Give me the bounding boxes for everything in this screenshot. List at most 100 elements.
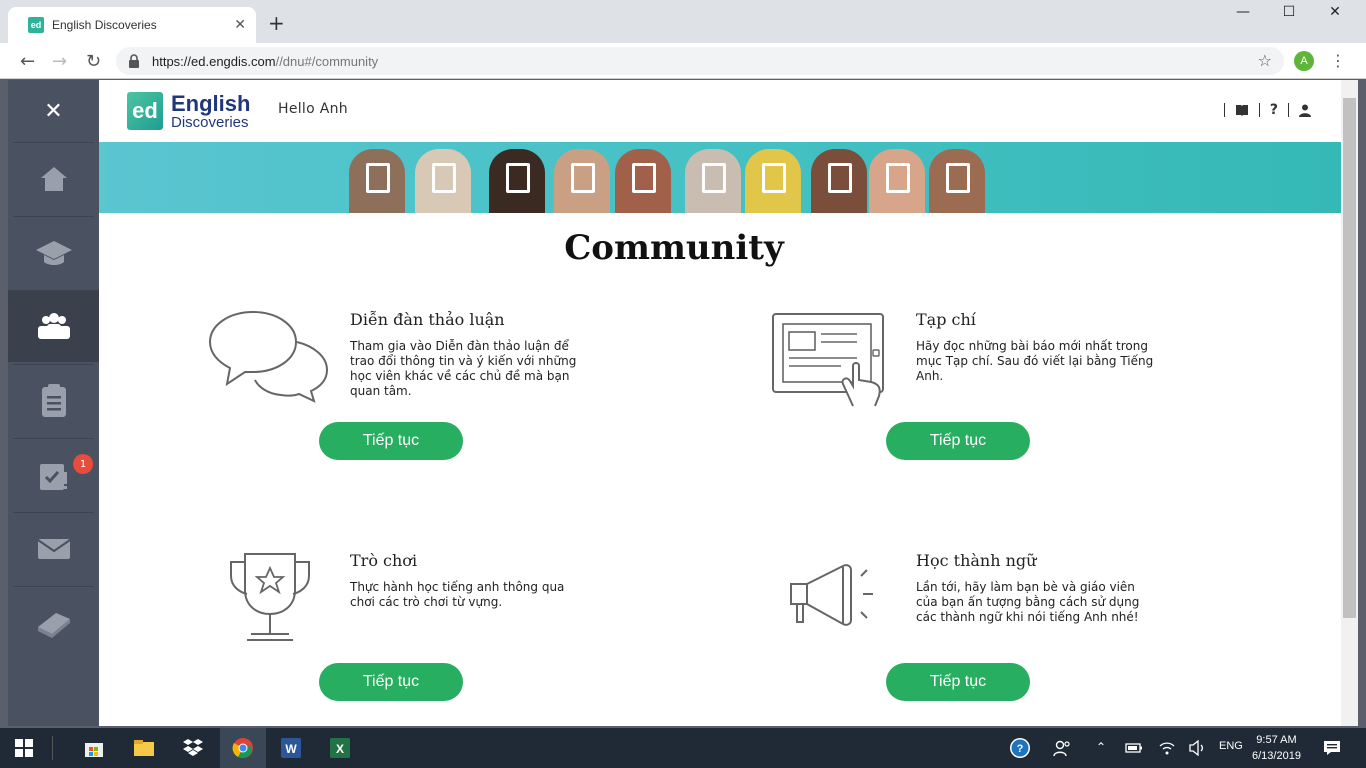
tab-title: English Discoveries	[52, 18, 157, 32]
divider	[1288, 103, 1289, 117]
forum-continue-button[interactable]: Tiếp tục	[319, 422, 463, 460]
banner-person	[554, 149, 610, 213]
sidebar-item-library[interactable]	[13, 586, 94, 658]
new-tab-button[interactable]: +	[268, 13, 285, 33]
banner-person	[349, 149, 405, 213]
system-clock[interactable]: 9:57 AM 6/13/2019	[1252, 732, 1301, 764]
banner-person	[745, 149, 801, 213]
taskbar-divider	[52, 736, 53, 760]
banner-person	[615, 149, 671, 213]
sidebar-item-assignments[interactable]: 1	[13, 438, 94, 510]
megaphone-icon	[790, 564, 873, 626]
url-host: https://ed.engdis.com	[152, 53, 276, 69]
people-icon[interactable]	[1050, 736, 1074, 760]
sidebar: ✕ 1	[8, 80, 99, 726]
logo-mark: ed	[127, 92, 163, 130]
main-content: ed English Discoveries Hello Anh ? Commu…	[99, 80, 1341, 726]
community-banner	[99, 142, 1341, 213]
scrollbar[interactable]	[1341, 80, 1358, 726]
banner-person	[929, 149, 985, 213]
favicon-icon: ed	[28, 17, 44, 33]
volume-icon[interactable]	[1185, 736, 1209, 760]
book-icon	[37, 612, 70, 638]
notification-center-icon[interactable]	[1320, 736, 1344, 760]
app-window: ✕ 1 ed English Discoveries Hello Anh ? C…	[8, 80, 1358, 726]
banner-person	[685, 149, 741, 213]
card-title-games: Trò chơi	[350, 551, 418, 570]
open-book-icon[interactable]	[1235, 104, 1249, 116]
browser-menu-icon[interactable]: ⋮	[1330, 51, 1346, 70]
address-toolbar: ← → ↻ https://ed.engdis.com//dnu#/commun…	[0, 43, 1366, 79]
banner-person	[811, 149, 867, 213]
back-icon[interactable]: ←	[20, 51, 35, 72]
address-bar[interactable]: https://ed.engdis.com//dnu#/community ☆	[116, 47, 1284, 75]
user-icon[interactable]	[1299, 104, 1311, 117]
svg-text:W: W	[285, 742, 297, 756]
sidebar-item-community[interactable]	[8, 290, 99, 362]
scrollbar-thumb[interactable]	[1343, 98, 1356, 618]
windows-taskbar: W X ? ⌃ ENG 9:57 AM 6/13/2019	[0, 728, 1366, 768]
card-title-forum: Diễn đàn thảo luận	[350, 310, 505, 329]
close-menu-icon[interactable]: ✕	[8, 80, 99, 142]
sidebar-item-courses[interactable]	[13, 216, 94, 288]
excel-icon[interactable]: X	[328, 736, 352, 760]
logo[interactable]: ed English Discoveries	[127, 92, 250, 130]
card-desc-magazine: Hãy đọc những bài báo mới nhất trong mục…	[916, 339, 1154, 383]
chrome-icon[interactable]	[231, 736, 255, 760]
profile-avatar[interactable]: A	[1294, 51, 1314, 71]
maximize-icon[interactable]: ☐	[1266, 4, 1312, 20]
word-icon[interactable]: W	[279, 736, 303, 760]
community-icon	[37, 312, 70, 339]
logo-line2: Discoveries	[171, 113, 249, 131]
banner-person	[489, 149, 545, 213]
wifi-icon[interactable]	[1155, 736, 1179, 760]
sidebar-item-messages[interactable]	[13, 512, 94, 584]
banner-person	[415, 149, 471, 213]
sidebar-item-clipboard[interactable]	[13, 364, 94, 436]
graduation-cap-icon	[35, 240, 72, 265]
card-desc-games: Thực hành học tiếng anh thông qua chơi c…	[350, 580, 565, 609]
reload-icon[interactable]: ↻	[86, 51, 101, 72]
trophy-icon	[230, 553, 310, 641]
store-icon[interactable]	[82, 736, 106, 760]
bookmark-star-icon[interactable]: ☆	[1258, 51, 1272, 70]
tray-chevron-icon[interactable]: ⌃	[1096, 740, 1106, 754]
svg-text:?: ?	[1017, 743, 1024, 755]
logo-line1: English	[171, 90, 251, 116]
assignments-icon	[39, 463, 67, 490]
clock-time: 9:57 AM	[1256, 734, 1297, 746]
header: ed English Discoveries Hello Anh ?	[99, 80, 1341, 142]
banner-person	[869, 149, 925, 213]
magazine-continue-button[interactable]: Tiếp tục	[886, 422, 1030, 460]
card-desc-idioms: Lần tới, hãy làm bạn bè và giáo viên của…	[916, 580, 1140, 624]
minimize-icon[interactable]: —	[1220, 4, 1266, 20]
notification-badge: 1	[73, 454, 93, 474]
close-window-icon[interactable]: ✕	[1312, 4, 1358, 20]
help-tray-icon[interactable]: ?	[1008, 736, 1032, 760]
divider	[1258, 103, 1260, 117]
clock-date: 6/13/2019	[1252, 750, 1301, 762]
home-icon	[40, 166, 67, 191]
battery-icon[interactable]	[1122, 736, 1146, 760]
input-language[interactable]: ENG	[1219, 740, 1243, 752]
games-continue-button[interactable]: Tiếp tục	[319, 663, 463, 701]
page-title: Community	[564, 228, 784, 268]
sidebar-item-home[interactable]	[13, 142, 94, 214]
idioms-continue-button[interactable]: Tiếp tục	[886, 663, 1030, 701]
card-desc-forum: Tham gia vào Diễn đàn thảo luận để trao …	[350, 339, 577, 398]
divider	[1223, 103, 1225, 117]
clipboard-icon	[41, 383, 66, 417]
svg-text:X: X	[336, 742, 344, 756]
file-explorer-icon[interactable]	[132, 736, 156, 760]
speech-bubbles-icon	[208, 310, 329, 403]
browser-tab[interactable]: ed English Discoveries ✕	[8, 7, 256, 43]
greeting: Hello Anh	[278, 101, 348, 117]
forward-icon[interactable]: →	[52, 51, 67, 72]
lock-icon	[129, 54, 139, 68]
card-title-magazine: Tạp chí	[916, 310, 976, 329]
dropbox-icon[interactable]	[181, 736, 205, 760]
browser-tab-strip: ed English Discoveries ✕ + — ☐ ✕	[0, 0, 1366, 43]
help-icon[interactable]: ?	[1270, 102, 1278, 118]
tab-close-icon[interactable]: ✕	[234, 17, 246, 33]
windows-start-icon[interactable]	[12, 736, 36, 760]
